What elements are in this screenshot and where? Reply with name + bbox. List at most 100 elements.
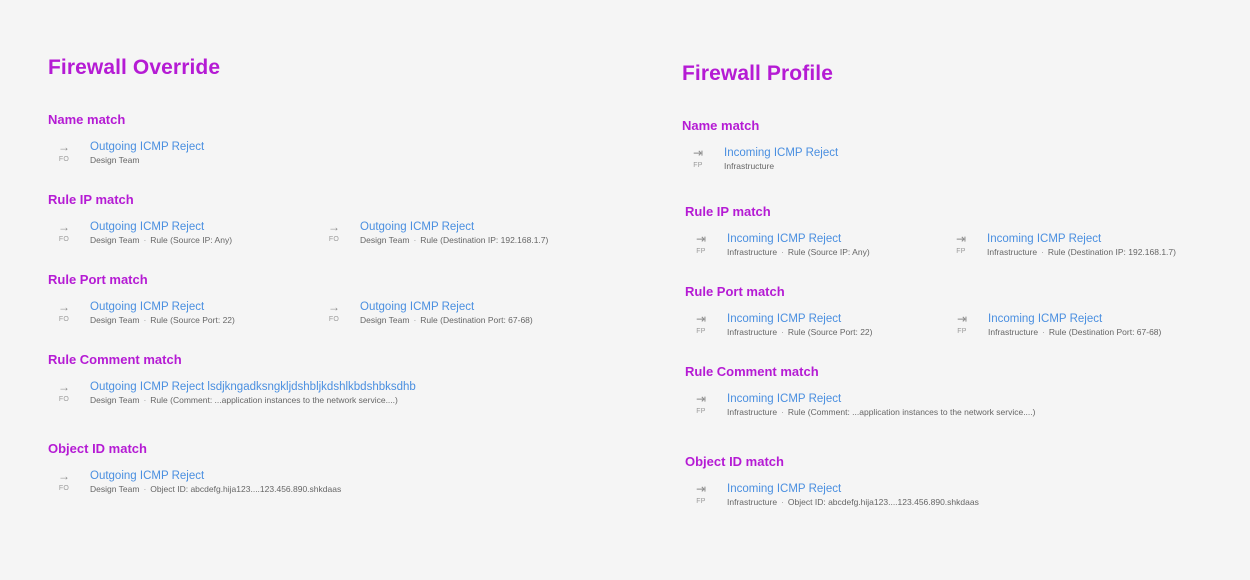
match-detail: Rule (Source Port: 22)	[150, 315, 235, 325]
result-link[interactable]: Outgoing ICMP Reject	[90, 300, 204, 314]
result-meta: Design Team · Rule (Source Port: 22)	[90, 315, 235, 326]
arrow-to-end-icon: ⇥	[695, 232, 707, 246]
match-detail: Rule (Destination Port: 67-68)	[1048, 327, 1162, 337]
arrow-right-icon: →	[58, 300, 70, 314]
result-meta: Infrastructure · Rule (Source IP: Any)	[727, 247, 870, 258]
match-detail: Rule (Destination IP: 192.168.1.7)	[1047, 247, 1176, 257]
match-detail: Rule (Comment: ...application instances …	[787, 407, 1036, 417]
separator-dot: ·	[781, 407, 784, 417]
type-tag: FP	[696, 328, 706, 335]
match-detail: Rule (Destination IP: 192.168.1.7)	[420, 235, 549, 245]
result-link[interactable]: Incoming ICMP Reject	[727, 232, 841, 246]
arrow-right-icon: →	[58, 469, 70, 483]
team-name: Infrastructure	[724, 161, 775, 171]
result-meta: Infrastructure · Rule (Destination IP: 192…	[987, 247, 1176, 258]
separator-dot: ·	[781, 247, 784, 257]
result-link[interactable]: Incoming ICMP Reject	[987, 232, 1101, 246]
result-link[interactable]: Outgoing ICMP Reject	[90, 469, 204, 483]
override-panel-title: Firewall Override	[48, 56, 221, 79]
arrow-to-end-icon: ⇥	[692, 146, 704, 160]
separator-dot: ·	[143, 235, 147, 245]
section-title: Name match	[48, 112, 126, 127]
result-meta: Design Team · Rule (Source IP: Any)	[90, 235, 232, 246]
result-link[interactable]: Outgoing ICMP Reject lsdjkngadksngkljdsh…	[90, 380, 416, 394]
result-meta: Design Team · Rule (Destination Port: 67-6…	[360, 315, 533, 326]
type-tag: FO	[328, 236, 340, 243]
team-name: Infrastructure	[727, 247, 778, 257]
result-meta: Infrastructure	[724, 161, 774, 172]
match-detail: Object ID: abcdefg.hija123....123.456.89…	[150, 484, 342, 494]
separator-dot: ·	[781, 327, 784, 337]
type-tag: FO	[58, 156, 70, 163]
arrow-to-end-icon: ⇥	[955, 232, 967, 246]
separator-dot: ·	[143, 395, 147, 405]
result-meta: Design Team · Object ID: abcdefg.hija123..…	[90, 484, 341, 495]
arrow-right-icon: →	[58, 140, 70, 154]
separator-dot: ·	[143, 315, 147, 325]
team-name: Design Team	[90, 484, 140, 494]
match-detail: Rule (Source Port: 22)	[787, 327, 873, 337]
arrow-right-icon: →	[328, 300, 340, 314]
type-tag: FP	[957, 328, 967, 335]
section-title: Object ID match	[685, 454, 784, 469]
section-title: Rule Comment match	[685, 364, 819, 379]
separator-dot: ·	[413, 315, 417, 325]
separator-dot: ·	[781, 497, 784, 507]
result-link[interactable]: Outgoing ICMP Reject	[90, 140, 204, 154]
type-tag: FO	[58, 396, 70, 403]
type-tag: FP	[696, 248, 706, 255]
type-tag: FO	[328, 316, 340, 323]
result-link[interactable]: Incoming ICMP Reject	[727, 482, 841, 496]
result-link[interactable]: Incoming ICMP Reject	[724, 146, 838, 160]
separator-dot: ·	[143, 484, 147, 494]
team-name: Infrastructure	[727, 497, 778, 507]
arrow-to-end-icon: ⇥	[695, 482, 707, 496]
result-meta: Design Team · Rule (Destination IP: 192.16…	[360, 235, 548, 246]
result-link[interactable]: Outgoing ICMP Reject	[360, 220, 474, 234]
match-detail: Rule (Source IP: Any)	[787, 247, 870, 257]
section-title: Object ID match	[48, 441, 147, 456]
section-title: Rule IP match	[685, 204, 771, 219]
type-tag: FO	[58, 316, 70, 323]
result-link[interactable]: Outgoing ICMP Reject	[360, 300, 474, 314]
arrow-to-end-icon: ⇥	[695, 392, 707, 406]
team-name: Infrastructure	[727, 327, 778, 337]
profile-panel-title: Firewall Profile	[682, 62, 833, 85]
result-link[interactable]: Outgoing ICMP Reject	[90, 220, 204, 234]
separator-dot: ·	[413, 235, 417, 245]
match-detail: Rule (Comment: ...application instances …	[150, 395, 398, 405]
section-title: Rule IP match	[48, 192, 134, 207]
match-detail: Object ID: abcdefg.hija123....123.456.89…	[787, 497, 979, 507]
section-title: Rule Port match	[685, 284, 785, 299]
section-title: Name match	[682, 118, 760, 133]
section-title: Rule Comment match	[48, 352, 182, 367]
separator-dot: ·	[1041, 247, 1044, 257]
match-detail: Rule (Source IP: Any)	[150, 235, 233, 245]
type-tag: FO	[58, 236, 70, 243]
team-name: Design Team	[90, 235, 140, 245]
team-name: Infrastructure	[988, 327, 1039, 337]
team-name: Design Team	[90, 155, 140, 165]
result-meta: Infrastructure · Object ID: abcdefg.hija12…	[727, 497, 979, 508]
arrow-right-icon: →	[58, 220, 70, 234]
arrow-to-end-icon: ⇥	[695, 312, 707, 326]
team-name: Infrastructure	[987, 247, 1038, 257]
arrow-right-icon: →	[328, 220, 340, 234]
section-title: Rule Port match	[48, 272, 148, 287]
result-link[interactable]: Incoming ICMP Reject	[727, 312, 841, 326]
team-name: Design Team	[360, 235, 410, 245]
result-link[interactable]: Incoming ICMP Reject	[727, 392, 841, 406]
result-meta: Infrastructure · Rule (Source Port: 22)	[727, 327, 873, 338]
separator-dot: ·	[1042, 327, 1045, 337]
result-link[interactable]: Incoming ICMP Reject	[988, 312, 1102, 326]
result-meta: Infrastructure · Rule (Destination Port: 6…	[988, 327, 1161, 338]
arrow-to-end-icon: ⇥	[956, 312, 968, 326]
result-meta: Design Team	[90, 155, 139, 166]
match-detail: Rule (Destination Port: 67-68)	[420, 315, 533, 325]
team-name: Infrastructure	[727, 407, 778, 417]
type-tag: FP	[693, 162, 703, 169]
type-tag: FP	[956, 248, 966, 255]
type-tag: FP	[696, 498, 706, 505]
result-meta: Infrastructure · Rule (Comment: ...applica…	[727, 407, 1035, 418]
type-tag: FP	[696, 408, 706, 415]
